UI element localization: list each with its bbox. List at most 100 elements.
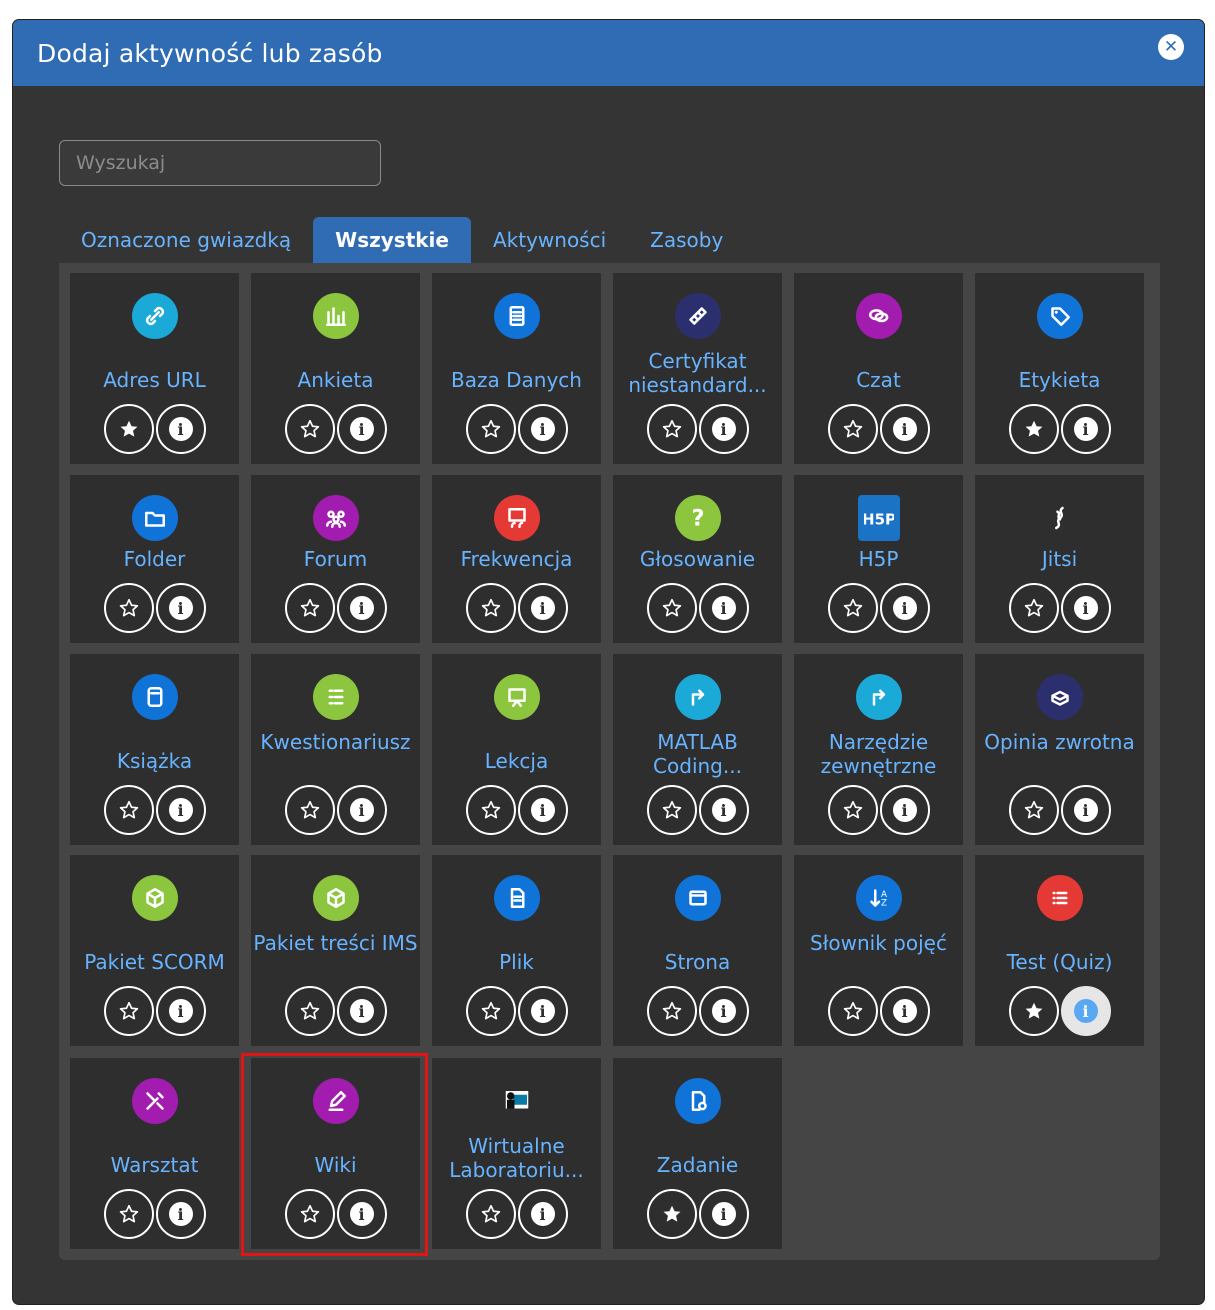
activity-tile[interactable]: Plik i	[432, 855, 601, 1046]
activity-label[interactable]: Czat	[794, 368, 963, 392]
info-icon[interactable]: i	[155, 404, 206, 454]
info-icon[interactable]: i	[336, 986, 387, 1036]
tab-3[interactable]: Zasoby	[628, 217, 745, 263]
activity-label[interactable]: Etykieta	[975, 368, 1144, 392]
activity-label[interactable]: Pakiet SCORM	[70, 950, 239, 974]
star-outline-icon[interactable]	[1008, 583, 1059, 633]
star-filled-icon[interactable]	[103, 404, 154, 454]
activity-tile[interactable]: Wirtualne Laboratoriu... i	[432, 1058, 601, 1249]
activity-label[interactable]: Adres URL	[70, 368, 239, 392]
star-outline-icon[interactable]	[284, 785, 335, 835]
info-icon[interactable]: i	[336, 583, 387, 633]
activity-tile[interactable]: Warsztat i	[70, 1058, 239, 1249]
info-icon[interactable]: i	[336, 785, 387, 835]
info-icon[interactable]: i	[517, 404, 568, 454]
info-icon[interactable]: i	[517, 785, 568, 835]
info-icon[interactable]: i	[879, 785, 930, 835]
activity-label[interactable]: Warsztat	[70, 1153, 239, 1177]
info-icon[interactable]: i	[155, 785, 206, 835]
activity-label[interactable]: Wirtualne Laboratoriu...	[432, 1134, 601, 1182]
activity-tile[interactable]: Folder i	[70, 475, 239, 643]
activity-tile[interactable]: Zadanie i	[613, 1058, 782, 1249]
activity-tile[interactable]: ? Głosowanie i	[613, 475, 782, 643]
star-filled-icon[interactable]	[1008, 404, 1059, 454]
star-outline-icon[interactable]	[103, 986, 154, 1036]
activity-tile[interactable]: Książka i	[70, 654, 239, 845]
star-outline-icon[interactable]	[646, 404, 697, 454]
activity-label[interactable]: Folder	[70, 547, 239, 571]
activity-tile[interactable]: Forum i	[251, 475, 420, 643]
info-icon[interactable]: i	[1060, 986, 1111, 1036]
tab-1[interactable]: Wszystkie	[313, 217, 471, 263]
star-outline-icon[interactable]	[827, 583, 878, 633]
activity-label[interactable]: Pakiet treści IMS	[251, 931, 420, 955]
star-outline-icon[interactable]	[646, 583, 697, 633]
info-icon[interactable]: i	[155, 1189, 206, 1239]
activity-tile[interactable]: Wiki i	[251, 1058, 420, 1249]
activity-tile[interactable]: Adres URL i	[70, 273, 239, 464]
star-outline-icon[interactable]	[465, 785, 516, 835]
activity-label[interactable]: Głosowanie	[613, 547, 782, 571]
star-outline-icon[interactable]	[465, 986, 516, 1036]
star-outline-icon[interactable]	[827, 785, 878, 835]
activity-tile[interactable]: Strona i	[613, 855, 782, 1046]
activity-label[interactable]: Baza Danych	[432, 368, 601, 392]
activity-label[interactable]: Książka	[70, 749, 239, 773]
info-icon[interactable]: i	[1060, 785, 1111, 835]
star-outline-icon[interactable]	[103, 785, 154, 835]
activity-label[interactable]: Ankieta	[251, 368, 420, 392]
activity-tile[interactable]: Etykieta i	[975, 273, 1144, 464]
star-filled-icon[interactable]	[646, 1189, 697, 1239]
activity-label[interactable]: H5P	[794, 547, 963, 571]
info-icon[interactable]: i	[155, 986, 206, 1036]
star-outline-icon[interactable]	[646, 785, 697, 835]
activity-label[interactable]: Frekwencja	[432, 547, 601, 571]
activity-label[interactable]: Opinia zwrotna	[975, 730, 1144, 754]
star-outline-icon[interactable]	[1008, 785, 1059, 835]
activity-tile[interactable]: MATLAB Coding... i	[613, 654, 782, 845]
info-icon[interactable]: i	[879, 404, 930, 454]
star-outline-icon[interactable]	[827, 986, 878, 1036]
activity-tile[interactable]: Pakiet SCORM i	[70, 855, 239, 1046]
activity-tile[interactable]: Ankieta i	[251, 273, 420, 464]
activity-label[interactable]: Forum	[251, 547, 420, 571]
star-outline-icon[interactable]	[103, 583, 154, 633]
activity-label[interactable]: Wiki	[251, 1153, 420, 1177]
activity-tile[interactable]: H5P H5P i	[794, 475, 963, 643]
info-icon[interactable]: i	[517, 583, 568, 633]
star-outline-icon[interactable]	[827, 404, 878, 454]
activity-tile[interactable]: Frekwencja i	[432, 475, 601, 643]
close-icon[interactable]: ✕	[1158, 34, 1184, 60]
tab-2[interactable]: Aktywności	[471, 217, 628, 263]
activity-label[interactable]: Test (Quiz)	[975, 950, 1144, 974]
activity-label[interactable]: Strona	[613, 950, 782, 974]
activity-label[interactable]: Lekcja	[432, 749, 601, 773]
info-icon[interactable]: i	[879, 583, 930, 633]
info-icon[interactable]: i	[517, 1189, 568, 1239]
activity-tile[interactable]: Test (Quiz) i	[975, 855, 1144, 1046]
activity-label[interactable]: Plik	[432, 950, 601, 974]
star-outline-icon[interactable]	[284, 986, 335, 1036]
info-icon[interactable]: i	[336, 404, 387, 454]
activity-label[interactable]: Słownik pojęć	[794, 931, 963, 955]
activity-label[interactable]: Jitsi	[975, 547, 1144, 571]
info-icon[interactable]: i	[698, 986, 749, 1036]
tab-0[interactable]: Oznaczone gwiazdką	[59, 217, 313, 263]
activity-tile[interactable]: Jitsi i	[975, 475, 1144, 643]
activity-tile[interactable]: Lekcja i	[432, 654, 601, 845]
activity-label[interactable]: Certyfikat niestandard...	[613, 349, 782, 397]
star-outline-icon[interactable]	[465, 583, 516, 633]
activity-tile[interactable]: Czat i	[794, 273, 963, 464]
star-outline-icon[interactable]	[465, 1189, 516, 1239]
activity-tile[interactable]: Certyfikat niestandard... i	[613, 273, 782, 464]
info-icon[interactable]: i	[1060, 583, 1111, 633]
info-icon[interactable]: i	[517, 986, 568, 1036]
info-icon[interactable]: i	[698, 583, 749, 633]
info-icon[interactable]: i	[155, 583, 206, 633]
activity-label[interactable]: Zadanie	[613, 1153, 782, 1177]
search-input[interactable]	[59, 140, 381, 186]
info-icon[interactable]: i	[698, 785, 749, 835]
star-outline-icon[interactable]	[646, 986, 697, 1036]
activity-tile[interactable]: Narzędzie zewnętrzne i	[794, 654, 963, 845]
info-icon[interactable]: i	[336, 1189, 387, 1239]
